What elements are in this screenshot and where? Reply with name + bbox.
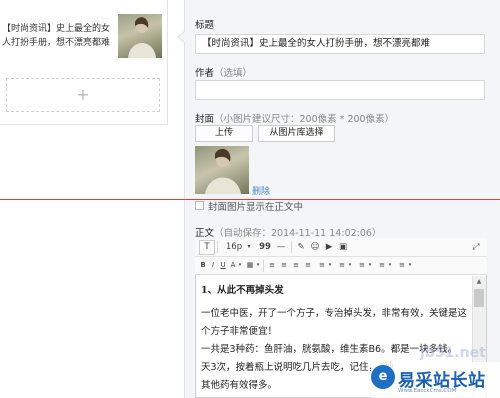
chevron-down-icon[interactable]: ▾ xyxy=(347,257,353,274)
align-center-icon[interactable]: ≡ xyxy=(279,257,289,274)
fullscreen-icon[interactable]: ⤢ xyxy=(470,238,482,256)
unordered-list-icon[interactable]: ≡ xyxy=(397,257,407,274)
chevron-down-icon[interactable]: ▾ xyxy=(245,238,253,256)
horizontal-rule-icon[interactable]: — xyxy=(275,238,287,256)
watermark-site-url: Www.EasckCms.COM xyxy=(398,388,457,394)
paragraph-spacing-icon[interactable]: ≡ xyxy=(337,257,347,274)
choose-from-library-button[interactable]: 从图片库选择 xyxy=(258,125,335,142)
upload-button[interactable]: 上传 xyxy=(195,125,253,142)
emotion-icon[interactable]: ☺ xyxy=(309,238,321,256)
cover-image-thumbnail xyxy=(195,146,249,194)
chevron-down-icon[interactable]: ▾ xyxy=(255,257,261,274)
cover-label-text: 封面 xyxy=(195,114,215,125)
toolbar-separator xyxy=(263,260,264,272)
author-label: 作者（选填） xyxy=(195,65,252,79)
align-left-icon[interactable]: ≡ xyxy=(267,257,277,274)
title-label: 标题 xyxy=(195,20,215,31)
editor-toolbar-row-2: B I U A ▾ ▦ ▾ ≡ ≡ ≡ ≡ ≡ ▾ ≡ ▾ ≡ ▾ ≡ ▾ ≡ … xyxy=(195,257,487,275)
author-label-hint: （选填） xyxy=(214,68,253,79)
chevron-down-icon[interactable]: ▾ xyxy=(327,257,333,274)
show-cover-checkbox[interactable] xyxy=(195,201,204,210)
scroll-up-arrow-icon[interactable]: ▲ xyxy=(473,277,485,287)
preview-article-title[interactable]: 【时尚资讯】史上最全的女人打扮手册，想不漂亮都难 xyxy=(0,22,110,50)
chevron-down-icon[interactable]: ▾ xyxy=(367,257,373,274)
watermark-faint-url: jb51.net xyxy=(420,345,486,361)
title-input[interactable]: 【时尚资讯】史上最全的女人打扮手册，想不漂亮都难 xyxy=(195,34,485,54)
font-size-select[interactable]: 16p xyxy=(222,238,246,256)
toolbar-separator xyxy=(217,241,218,253)
scrollbar-thumb[interactable] xyxy=(474,289,484,307)
cover-size-hint: （小图片建议尺寸：200像素 * 200像素） xyxy=(214,114,395,125)
preview-thumbnail xyxy=(118,14,162,58)
align-right-icon[interactable]: ≡ xyxy=(291,257,301,274)
author-label-text: 作者 xyxy=(195,68,215,79)
delete-cover-link[interactable]: 删除 xyxy=(252,184,270,197)
watermark-logo-icon: e xyxy=(371,365,395,389)
add-article-button[interactable]: + xyxy=(6,78,160,112)
video-icon[interactable]: ▶ xyxy=(323,238,335,256)
cover-label: 封面（小图片建议尺寸：200像素 * 200像素） xyxy=(195,111,394,125)
editor-toolbar-row-1: T 16p ▾ 99 — ✎ ☺ ▶ ▣ ⤢ xyxy=(195,238,487,257)
show-cover-label: 封面图片显示在正文中 xyxy=(208,202,304,213)
font-color-icon[interactable]: A xyxy=(229,257,237,274)
chevron-down-icon[interactable]: ▾ xyxy=(387,257,393,274)
chevron-down-icon[interactable]: ▾ xyxy=(407,257,413,274)
toolbar-separator xyxy=(291,241,292,253)
image-icon[interactable]: ▣ xyxy=(337,238,349,256)
body-label: 正文（自动保存：2014-11-11 14:02:06） xyxy=(195,225,381,239)
background-color-icon[interactable]: ▦ xyxy=(245,257,255,274)
woman-photo-icon xyxy=(128,17,156,58)
woman-photo-icon xyxy=(205,148,241,194)
blockquote-icon[interactable]: 99 xyxy=(259,238,271,256)
italic-icon[interactable]: I xyxy=(209,257,217,274)
content-paragraph: 一位老中医，开了一个方子，专治掉头发，非常有效，关键是这个方子非常便宜！ xyxy=(201,308,468,337)
underline-icon[interactable]: U xyxy=(219,257,227,274)
line-height-icon[interactable]: ≡ xyxy=(317,257,327,274)
chevron-down-icon[interactable]: ▾ xyxy=(237,257,243,274)
ordered-list-icon[interactable]: ≡ xyxy=(377,257,387,274)
author-input[interactable] xyxy=(195,80,485,100)
panel-pointer-arrow-inner xyxy=(179,31,186,43)
bold-icon[interactable]: B xyxy=(199,257,207,274)
text-style-icon[interactable]: T xyxy=(199,240,215,255)
content-heading: 1、从此不再掉头发 xyxy=(201,285,284,296)
align-justify-icon[interactable]: ≡ xyxy=(303,257,313,274)
link-icon[interactable]: ✎ xyxy=(295,238,307,256)
indent-icon[interactable]: ≡ xyxy=(357,257,367,274)
